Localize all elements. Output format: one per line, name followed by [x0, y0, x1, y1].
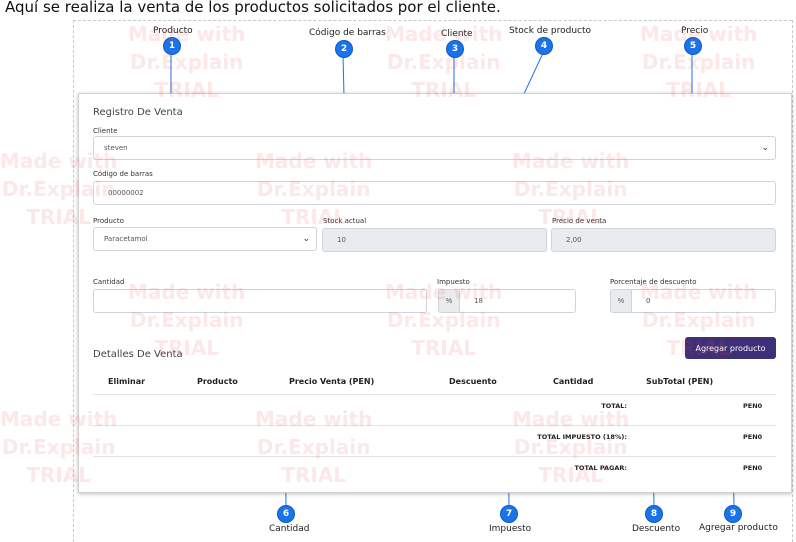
- barcode-input[interactable]: 00000002: [93, 181, 776, 205]
- descuento-percent-addon: %: [610, 289, 632, 313]
- cliente-value: steven: [104, 144, 128, 152]
- col-header-eliminar: Eliminar: [108, 377, 146, 386]
- frame-border-left: [73, 20, 74, 542]
- form-title: Registro De Venta: [93, 107, 183, 118]
- callout-label-cliente: Cliente: [441, 29, 473, 39]
- callout-marker-7: 7: [500, 505, 518, 523]
- col-header-producto: Producto: [197, 377, 238, 386]
- callout-marker-1: 1: [163, 37, 181, 55]
- help-page: Aquí se realiza la venta de los producto…: [0, 0, 796, 542]
- callout-label-agregar: Agregar producto: [699, 523, 778, 533]
- callout-label-impuesto: Impuesto: [489, 524, 532, 534]
- callout-label-codigo: Código de barras: [309, 28, 386, 38]
- intro-text: Aquí se realiza la venta de los producto…: [5, 0, 501, 16]
- add-product-button[interactable]: Agregar producto: [685, 337, 776, 359]
- table-divider: [93, 456, 776, 457]
- callout-marker-6: 6: [277, 505, 295, 523]
- cliente-select[interactable]: steven ⌄: [93, 136, 776, 160]
- producto-label: Producto: [93, 217, 124, 225]
- callout-marker-2: 2: [335, 40, 353, 58]
- table-divider: [93, 394, 776, 395]
- col-header-cantidad: Cantidad: [553, 377, 594, 386]
- callout-label-descuento: Descuento: [632, 524, 681, 534]
- total-pagar-value: PEN0: [743, 464, 763, 472]
- total-label: TOTAL:: [601, 402, 627, 410]
- stock-value: 10: [337, 236, 346, 244]
- stock-label: Stock actual: [323, 217, 367, 225]
- callout-marker-9: 9: [724, 505, 742, 523]
- impuesto-input[interactable]: 18: [459, 289, 576, 313]
- cantidad-label: Cantidad: [93, 278, 125, 286]
- precio-field: 2,00: [551, 228, 776, 252]
- impuesto-label: Impuesto: [437, 278, 470, 286]
- impuesto-value: 18: [474, 297, 483, 305]
- stock-field: 10: [322, 228, 547, 252]
- total-pagar-label: TOTAL PAGAR:: [574, 464, 628, 472]
- col-header-subtotal: SubTotal (PEN): [646, 377, 714, 386]
- chevron-down-icon: ⌄: [302, 234, 310, 244]
- chevron-down-icon: ⌄: [761, 143, 769, 153]
- callout-label-producto: Producto: [153, 26, 193, 36]
- frame-border-top: [73, 20, 792, 21]
- cantidad-input[interactable]: [93, 289, 427, 313]
- impuesto-percent-addon: %: [438, 289, 460, 313]
- callout-marker-8: 8: [645, 505, 663, 523]
- callout-label-cantidad: Cantidad: [269, 524, 310, 534]
- total-value: PEN0: [743, 402, 763, 410]
- barcode-label: Código de barras: [93, 170, 153, 178]
- callout-marker-5: 5: [684, 37, 702, 55]
- total-impuesto-label: TOTAL IMPUESTO (18%):: [537, 433, 627, 441]
- col-header-descuento: Descuento: [449, 377, 497, 386]
- cliente-label: Cliente: [93, 127, 118, 135]
- total-impuesto-value: PEN0: [743, 433, 763, 441]
- sale-form-card: Registro De Venta Cliente steven ⌄ Códig…: [78, 93, 792, 493]
- col-header-precio: Precio Venta (PEN): [289, 377, 375, 386]
- descuento-value: 0: [646, 297, 651, 305]
- descuento-label: Porcentaje de descuento: [610, 278, 697, 286]
- descuento-input[interactable]: 0: [631, 289, 776, 313]
- callout-label-stock: Stock de producto: [509, 26, 592, 36]
- callout-label-precio: Precio: [681, 26, 709, 36]
- barcode-value: 00000002: [108, 189, 144, 197]
- producto-select[interactable]: Paracetamol ⌄: [93, 227, 317, 251]
- frame-border-right: [792, 20, 793, 542]
- details-title: Detalles De Venta: [93, 349, 183, 360]
- table-divider: [93, 425, 776, 426]
- producto-value: Paracetamol: [104, 235, 148, 243]
- callout-marker-4: 4: [535, 37, 553, 55]
- precio-label: Precio de venta: [552, 217, 607, 225]
- precio-value: 2,00: [566, 236, 582, 244]
- callout-marker-3: 3: [446, 40, 464, 58]
